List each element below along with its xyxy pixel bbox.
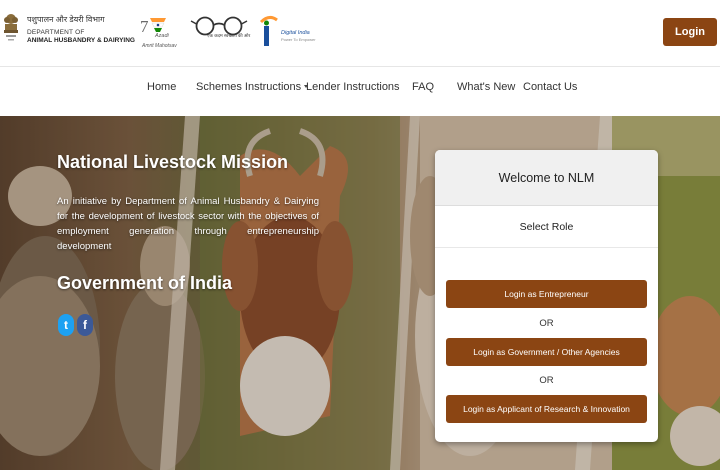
nav-item-faq[interactable]: FAQ bbox=[412, 81, 434, 93]
or-separator: OR bbox=[539, 375, 554, 386]
login-card: Welcome to NLM Select Role Login as Entr… bbox=[435, 150, 658, 442]
hero-title: National Livestock Mission bbox=[57, 152, 289, 172]
nav-item-label: Schemes Instructions bbox=[196, 81, 302, 93]
nav-item-home[interactable]: Home bbox=[147, 81, 176, 93]
login-government-button[interactable]: Login as Government / Other Agencies bbox=[446, 338, 647, 366]
department-line-1: DEPARTMENT OF bbox=[27, 29, 85, 36]
nav-item-lender-instructions[interactable]: Lender Instructions bbox=[306, 81, 400, 93]
swachh-text: एक कदम स्वच्छता की ओर bbox=[207, 33, 251, 38]
swachh-bharat-logo: एक कदम स्वच्छता की ओर bbox=[190, 16, 250, 50]
department-logo[interactable]: पशुपालन और डेयरी विभाग DEPARTMENT OF ANI… bbox=[27, 14, 137, 44]
digital-india-tagline: Power To Empower bbox=[281, 37, 316, 42]
or-separator: OR bbox=[539, 318, 554, 329]
hero-description: An initiative by Department of Animal Hu… bbox=[57, 196, 319, 252]
azadi-text: Azadi bbox=[155, 33, 169, 39]
twitter-icon[interactable]: t bbox=[58, 314, 74, 336]
digital-india-i-icon bbox=[259, 15, 278, 46]
login-entrepreneur-button[interactable]: Login as Entrepreneur bbox=[446, 280, 647, 308]
nav-item-whats-new[interactable]: What's New bbox=[457, 81, 515, 93]
emblem-of-india-icon bbox=[4, 14, 18, 41]
card-title: Welcome to NLM bbox=[435, 150, 658, 206]
hero-government-of-india: Government of India bbox=[57, 273, 233, 293]
facebook-icon[interactable]: f bbox=[77, 314, 93, 336]
svg-text:7: 7 bbox=[140, 17, 149, 36]
digital-india-logo: Digital India Power To Empower bbox=[257, 12, 317, 52]
select-role-label: Select Role bbox=[435, 206, 658, 248]
main-nav: Home Schemes Instructions Lender Instruc… bbox=[0, 66, 720, 116]
login-research-applicant-button[interactable]: Login as Applicant of Research & Innovat… bbox=[446, 395, 647, 423]
azadi-ka-amrit-mahotsav-logo: 7 Azadi Amrit Mahotsav bbox=[140, 12, 182, 54]
nav-item-contact-us[interactable]: Contact Us bbox=[523, 81, 577, 93]
department-line-2: ANIMAL HUSBANDRY & DAIRYING bbox=[27, 37, 135, 44]
nav-item-schemes-instructions[interactable]: Schemes Instructions bbox=[196, 81, 309, 93]
site-header: पशुपालन और डेयरी विभाग DEPARTMENT OF ANI… bbox=[0, 0, 720, 66]
department-hindi: पशुपालन और डेयरी विभाग bbox=[27, 15, 105, 24]
digital-india-text: Digital India bbox=[281, 30, 310, 36]
login-button[interactable]: Login bbox=[663, 18, 717, 46]
amrit-mahotsav-text: Amrit Mahotsav bbox=[142, 43, 177, 49]
